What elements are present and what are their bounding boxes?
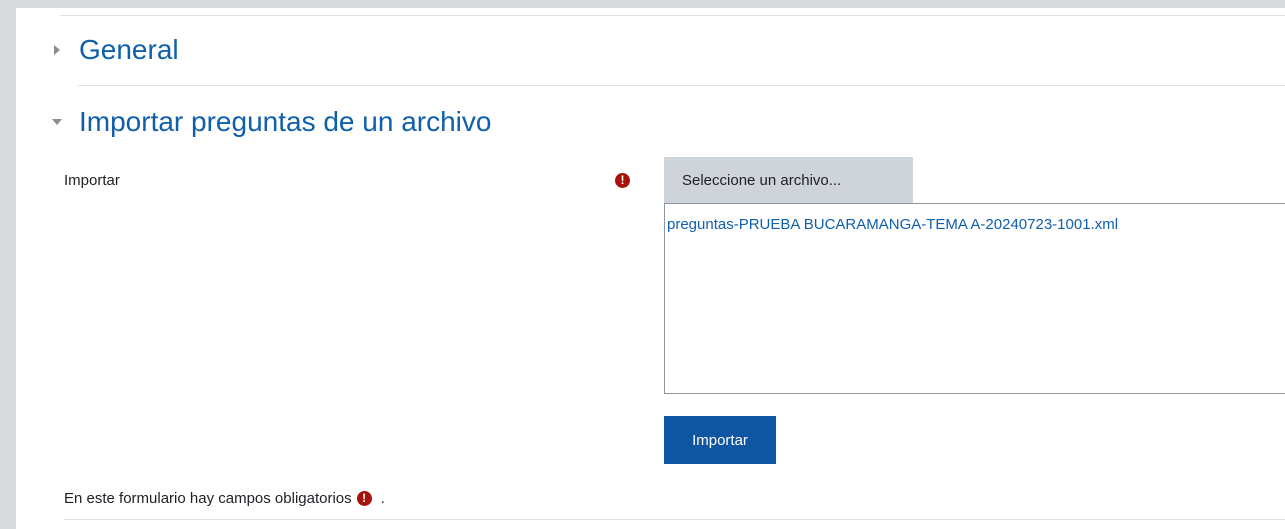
section-import-title[interactable]: Importar preguntas de un archivo [79, 106, 491, 138]
top-divider [60, 15, 1285, 16]
required-note-text: En este formulario hay campos obligatori… [64, 490, 352, 507]
required-fields-note: En este formulario hay campos obligatori… [64, 490, 385, 507]
chevron-right-icon[interactable] [54, 45, 60, 55]
selected-file-link[interactable]: preguntas-PRUEBA BUCARAMANGA-TEMA A-2024… [667, 216, 1118, 233]
section-divider [78, 85, 1285, 86]
choose-file-button[interactable]: Seleccione un archivo... [664, 157, 913, 203]
required-note-suffix: . [380, 490, 385, 507]
required-icon: ! [615, 173, 630, 188]
section-import-header[interactable]: Importar preguntas de un archivo [50, 106, 491, 138]
required-icon: ! [356, 491, 372, 506]
bottom-divider [64, 519, 1285, 520]
chevron-down-icon[interactable] [52, 119, 62, 125]
import-field-label: Importar [64, 172, 120, 189]
file-drop-area[interactable]: preguntas-PRUEBA BUCARAMANGA-TEMA A-2024… [664, 203, 1285, 394]
section-general-header[interactable]: General [50, 34, 179, 66]
import-submit-button[interactable]: Importar [664, 416, 776, 464]
section-general-title[interactable]: General [79, 34, 179, 66]
form-panel: General Importar preguntas de un archivo… [16, 8, 1285, 529]
